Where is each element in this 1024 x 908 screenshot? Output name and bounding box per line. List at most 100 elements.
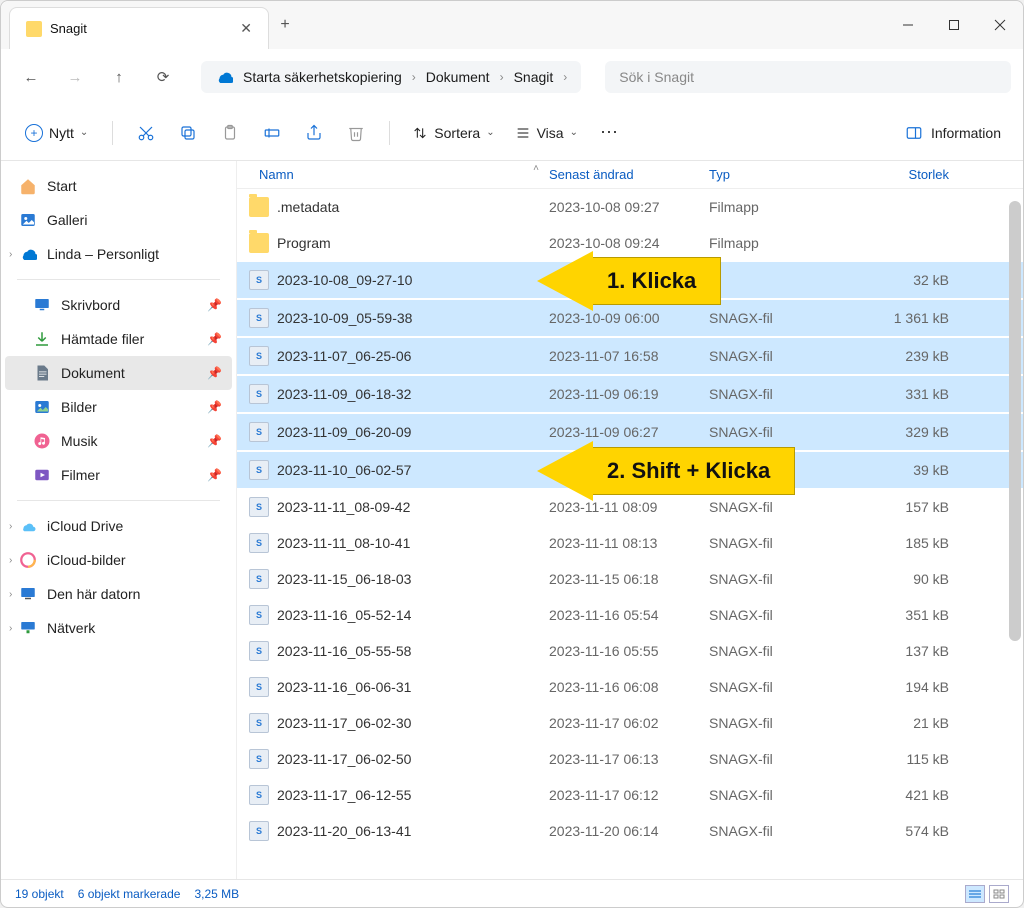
sidebar-item-icloud-bilder[interactable]: › iCloud-bilder: [5, 543, 232, 577]
view-button[interactable]: Visa ⌄: [507, 119, 586, 147]
sidebar-item-den-h-r-datorn[interactable]: › Den här datorn: [5, 577, 232, 611]
maximize-button[interactable]: [931, 1, 977, 49]
pin-icon[interactable]: 📌: [207, 400, 222, 414]
chevron-right-icon[interactable]: ›: [9, 521, 12, 532]
chevron-right-icon: ›: [500, 70, 504, 84]
file-row[interactable]: S 2023-11-16_06-06-31 2023-11-16 06:08 S…: [237, 669, 1023, 705]
file-date: 2023-11-07 16:58: [549, 348, 709, 364]
window-tab[interactable]: Snagit ✕: [9, 7, 269, 49]
file-rows: .metadata 2023-10-08 09:27 Filmapp Progr…: [237, 189, 1023, 879]
breadcrumb[interactable]: Starta säkerhetskopiering › Dokument › S…: [201, 61, 581, 93]
info-button[interactable]: Information: [897, 118, 1009, 148]
file-size: 1 361 kB: [849, 310, 949, 326]
pin-icon[interactable]: 📌: [207, 366, 222, 380]
up-button[interactable]: ↑: [101, 59, 137, 95]
breadcrumb-item[interactable]: Dokument: [422, 67, 494, 87]
chevron-down-icon: ⌄: [486, 127, 494, 138]
file-row[interactable]: S 2023-11-09_06-20-09 2023-11-09 06:27 S…: [237, 413, 1023, 451]
music-icon: [33, 432, 51, 450]
close-tab-icon[interactable]: ✕: [240, 20, 252, 37]
pin-icon[interactable]: 📌: [207, 332, 222, 346]
file-date: 2023-11-17 06:02: [549, 715, 709, 731]
sidebar-item-filmer[interactable]: Filmer 📌: [5, 458, 232, 492]
file-name: .metadata: [277, 199, 549, 215]
file-row[interactable]: S 2023-11-17_06-02-30 2023-11-17 06:02 S…: [237, 705, 1023, 741]
pin-icon[interactable]: 📌: [207, 468, 222, 482]
thumbnails-view-button[interactable]: [989, 885, 1009, 903]
delete-button[interactable]: [337, 114, 375, 152]
paste-button[interactable]: [211, 114, 249, 152]
file-row[interactable]: S 2023-11-16_05-52-14 2023-11-16 05:54 S…: [237, 597, 1023, 633]
snagx-file-icon: S: [249, 533, 269, 553]
main-area: Start Galleri › Linda – Personligt Skriv…: [1, 161, 1023, 879]
file-row[interactable]: Program 2023-10-08 09:24 Filmapp: [237, 225, 1023, 261]
file-row[interactable]: S 2023-11-11_08-10-41 2023-11-11 08:13 S…: [237, 525, 1023, 561]
back-button[interactable]: ←: [13, 59, 49, 95]
snagx-file-icon: S: [249, 749, 269, 769]
new-button[interactable]: + Nytt ⌄: [15, 118, 98, 148]
file-name: 2023-11-09_06-18-32: [277, 386, 549, 402]
sidebar-item-linda-personligt[interactable]: › Linda – Personligt: [5, 237, 232, 271]
close-button[interactable]: [977, 1, 1023, 49]
new-tab-button[interactable]: +: [269, 16, 301, 34]
sidebar-item-musik[interactable]: Musik 📌: [5, 424, 232, 458]
column-type[interactable]: Typ: [709, 167, 849, 182]
chevron-right-icon[interactable]: ›: [9, 249, 12, 260]
file-row[interactable]: S 2023-11-09_06-18-32 2023-11-09 06:19 S…: [237, 375, 1023, 413]
more-button[interactable]: ⋯: [590, 114, 628, 152]
search-input[interactable]: Sök i Snagit: [605, 61, 1011, 93]
column-size[interactable]: Storlek: [849, 167, 949, 182]
rename-button[interactable]: [253, 114, 291, 152]
status-size: 3,25 MB: [194, 887, 239, 901]
sidebar-item-icloud-drive[interactable]: › iCloud Drive: [5, 509, 232, 543]
chevron-right-icon[interactable]: ›: [9, 589, 12, 600]
file-row[interactable]: .metadata 2023-10-08 09:27 Filmapp: [237, 189, 1023, 225]
file-row[interactable]: S 2023-11-15_06-18-03 2023-11-15 06:18 S…: [237, 561, 1023, 597]
sidebar-item-bilder[interactable]: Bilder 📌: [5, 390, 232, 424]
document-icon: [33, 364, 51, 382]
file-size: 329 kB: [849, 424, 949, 440]
chevron-right-icon[interactable]: ›: [9, 623, 12, 634]
share-button[interactable]: [295, 114, 333, 152]
file-row[interactable]: S 2023-11-20_06-13-41 2023-11-20 06:14 S…: [237, 813, 1023, 849]
pin-icon[interactable]: 📌: [207, 298, 222, 312]
forward-button[interactable]: →: [57, 59, 93, 95]
file-name: 2023-11-17_06-02-50: [277, 751, 549, 767]
sidebar-item-h-mtade-filer[interactable]: Hämtade filer 📌: [5, 322, 232, 356]
file-type: SNAGX-fil: [709, 424, 849, 440]
refresh-button[interactable]: ⟳: [145, 59, 181, 95]
onedrive-icon: [215, 68, 233, 86]
column-headers[interactable]: Namn˄ Senast ändrad Typ Storlek: [237, 161, 1023, 189]
file-row[interactable]: S 2023-11-17_06-12-55 2023-11-17 06:12 S…: [237, 777, 1023, 813]
column-date[interactable]: Senast ändrad: [549, 167, 709, 182]
file-row[interactable]: S 2023-11-07_06-25-06 2023-11-07 16:58 S…: [237, 337, 1023, 375]
file-row[interactable]: S 2023-11-17_06-02-50 2023-11-17 06:13 S…: [237, 741, 1023, 777]
file-name: 2023-11-09_06-20-09: [277, 424, 549, 440]
breadcrumb-item[interactable]: Snagit: [510, 67, 558, 87]
breadcrumb-root[interactable]: Starta säkerhetskopiering: [239, 67, 406, 87]
sidebar-item-label: Musik: [61, 433, 98, 449]
details-view-button[interactable]: [965, 885, 985, 903]
snagx-file-icon: S: [249, 384, 269, 404]
file-size: 421 kB: [849, 787, 949, 803]
chevron-right-icon: ›: [563, 70, 567, 84]
cut-button[interactable]: [127, 114, 165, 152]
sort-button[interactable]: Sortera ⌄: [404, 119, 502, 147]
sidebar-item-galleri[interactable]: Galleri: [5, 203, 232, 237]
sidebar-item-skrivbord[interactable]: Skrivbord 📌: [5, 288, 232, 322]
copy-button[interactable]: [169, 114, 207, 152]
info-icon: [905, 124, 923, 142]
sidebar-item-dokument[interactable]: Dokument 📌: [5, 356, 232, 390]
minimize-button[interactable]: [885, 1, 931, 49]
pin-icon[interactable]: 📌: [207, 434, 222, 448]
scrollbar[interactable]: [1009, 201, 1021, 879]
navigation-row: ← → ↑ ⟳ Starta säkerhetskopiering › Doku…: [1, 49, 1023, 105]
file-type: SNAGX-fil: [709, 571, 849, 587]
sidebar-item-label: Start: [47, 178, 77, 194]
sidebar-item-n-tverk[interactable]: › Nätverk: [5, 611, 232, 645]
file-name: 2023-11-10_06-02-57: [277, 462, 549, 478]
file-row[interactable]: S 2023-11-16_05-55-58 2023-11-16 05:55 S…: [237, 633, 1023, 669]
sidebar-item-start[interactable]: Start: [5, 169, 232, 203]
chevron-right-icon[interactable]: ›: [9, 555, 12, 566]
file-name: 2023-11-11_08-09-42: [277, 499, 549, 515]
